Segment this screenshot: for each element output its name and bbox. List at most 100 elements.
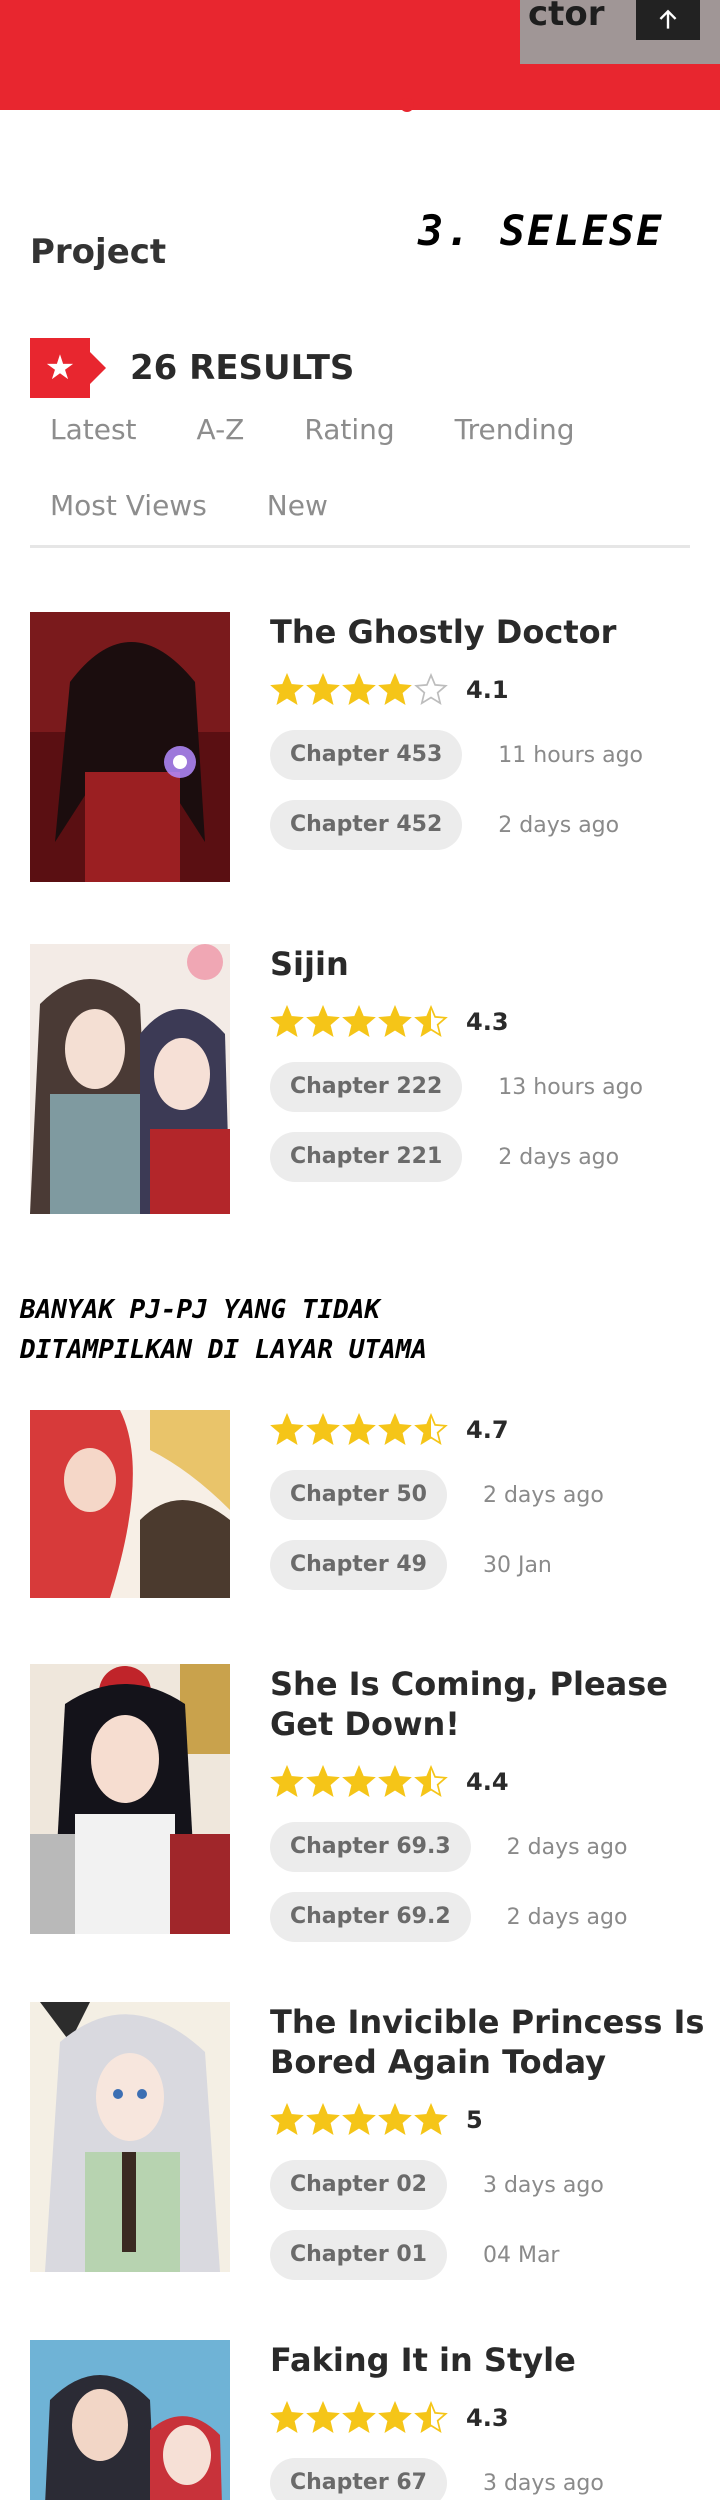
tab-trending[interactable]: Trending xyxy=(455,402,575,478)
star-full-icon xyxy=(306,2103,340,2135)
sort-tabs: Latest A-Z Rating Trending Most Views Ne… xyxy=(30,402,690,554)
chapter-button[interactable]: Chapter 02 xyxy=(270,2160,447,2210)
annotation-middle: BANYAK PJ-PJ YANG TIDAK DITAMPILKAN DI L… xyxy=(20,1290,427,1370)
star-full-icon xyxy=(306,1765,340,1797)
rating-score: 4.3 xyxy=(466,1008,509,1036)
chapter-button[interactable]: Chapter 69.2 xyxy=(270,1892,471,1942)
tab-a-z[interactable]: A-Z xyxy=(197,402,245,478)
star-half-icon xyxy=(414,1005,448,1037)
rating: 5 xyxy=(270,2100,710,2140)
section-title: Project xyxy=(30,232,167,272)
annotation-top: 3. SELESE xyxy=(418,206,664,255)
header-nub xyxy=(400,98,414,112)
divider xyxy=(30,545,690,548)
star-rating xyxy=(270,1413,450,1447)
star-full-icon xyxy=(342,673,376,705)
star-full-icon xyxy=(306,673,340,705)
item-title[interactable]: Sijin xyxy=(270,944,710,984)
item-title[interactable]: The Ghostly Doctor xyxy=(270,612,710,652)
rating: 4.7 xyxy=(270,1410,710,1450)
chapter-time: 30 Jan xyxy=(482,1552,552,1578)
annotation-line: BANYAK PJ-PJ YANG TIDAK xyxy=(20,1295,381,1325)
star-full-icon xyxy=(378,2103,412,2135)
chapter-time: 2 days ago xyxy=(498,1144,620,1170)
star-rating xyxy=(270,1005,450,1039)
star-full-icon xyxy=(378,1413,412,1445)
cover-image[interactable] xyxy=(30,612,230,882)
star-full-icon xyxy=(342,1765,376,1797)
star-half-icon xyxy=(414,1413,448,1445)
rating: 4.4 xyxy=(270,1762,710,1802)
star-full-icon xyxy=(306,1005,340,1037)
cover-image[interactable] xyxy=(30,1664,230,1934)
chapter-time: 2 days ago xyxy=(506,1834,628,1860)
chapter-time: 3 days ago xyxy=(482,2470,604,2496)
star-full-icon xyxy=(270,673,304,705)
item-title[interactable]: Faking It in Style xyxy=(270,2340,710,2380)
chapter-button[interactable]: Chapter 69.3 xyxy=(270,1822,471,1872)
results-header: ★ 26 RESULTS xyxy=(30,338,354,398)
chapter-time: 04 Mar xyxy=(482,2242,560,2268)
chapter-button[interactable]: Chapter 67 xyxy=(270,2458,447,2500)
star-full-icon xyxy=(342,2401,376,2433)
star-full-icon xyxy=(342,2103,376,2135)
rating: 4.1 xyxy=(270,670,710,710)
star-full-icon xyxy=(270,1765,304,1797)
header-title-fragment: ctor xyxy=(528,0,605,34)
tab-new[interactable]: New xyxy=(267,478,328,554)
chapter-button[interactable]: Chapter 453 xyxy=(270,730,463,780)
chapter-button[interactable]: Chapter 222 xyxy=(270,1062,463,1112)
star-half-icon xyxy=(414,2401,448,2433)
star-badge: ★ xyxy=(30,338,106,398)
star-full-icon xyxy=(378,1765,412,1797)
star-icon: ★ xyxy=(44,348,76,388)
scroll-to-top-button[interactable] xyxy=(636,0,700,40)
star-full-icon xyxy=(270,2401,304,2433)
star-rating xyxy=(270,2401,450,2435)
rating-score: 4.4 xyxy=(466,1768,509,1796)
cover-image[interactable] xyxy=(30,1410,230,1598)
annotation-line: DITAMPILKAN DI LAYAR UTAMA xyxy=(20,1335,427,1365)
rating-score: 4.1 xyxy=(466,676,509,704)
item-title[interactable]: The Invicible Princess Is Bored Again To… xyxy=(270,2002,710,2082)
chapter-button[interactable]: Chapter 221 xyxy=(270,1132,463,1182)
star-rating xyxy=(270,2103,450,2137)
star-full-icon xyxy=(378,1005,412,1037)
chapter-button[interactable]: Chapter 452 xyxy=(270,800,463,850)
chapter-button[interactable]: Chapter 01 xyxy=(270,2230,447,2280)
star-empty-icon xyxy=(414,673,448,705)
rating-score: 5 xyxy=(466,2106,483,2134)
results-count: 26 RESULTS xyxy=(130,348,355,388)
rating: 4.3 xyxy=(270,2398,710,2438)
cover-image[interactable] xyxy=(30,944,230,1214)
tab-latest[interactable]: Latest xyxy=(50,402,137,478)
chapter-button[interactable]: Chapter 50 xyxy=(270,1470,447,1520)
chapter-time: 2 days ago xyxy=(498,812,620,838)
item-title[interactable]: She Is Coming, Please Get Down! xyxy=(270,1664,710,1744)
cover-image[interactable] xyxy=(30,2340,230,2500)
tab-rating[interactable]: Rating xyxy=(304,402,394,478)
star-full-icon xyxy=(342,1413,376,1445)
rating-score: 4.7 xyxy=(466,1416,509,1444)
star-full-icon xyxy=(378,673,412,705)
cover-image[interactable] xyxy=(30,2002,230,2272)
chapter-time: 2 days ago xyxy=(482,1482,604,1508)
star-full-icon xyxy=(306,1413,340,1445)
star-rating xyxy=(270,673,450,707)
chapter-button[interactable]: Chapter 49 xyxy=(270,1540,447,1590)
star-full-icon xyxy=(378,2401,412,2433)
star-full-icon xyxy=(270,1005,304,1037)
star-half-icon xyxy=(414,1765,448,1797)
chapter-time: 3 days ago xyxy=(482,2172,604,2198)
rating: 4.3 xyxy=(270,1002,710,1042)
chapter-time: 11 hours ago xyxy=(498,742,644,768)
top-header: ctor xyxy=(0,0,720,112)
arrow-up-icon xyxy=(659,9,677,29)
chapter-time: 13 hours ago xyxy=(498,1074,644,1100)
chapter-time: 2 days ago xyxy=(506,1904,628,1930)
tab-most-views[interactable]: Most Views xyxy=(50,478,207,554)
star-full-icon xyxy=(342,1005,376,1037)
star-full-icon xyxy=(414,2103,448,2135)
star-full-icon xyxy=(270,2103,304,2135)
star-full-icon xyxy=(306,2401,340,2433)
